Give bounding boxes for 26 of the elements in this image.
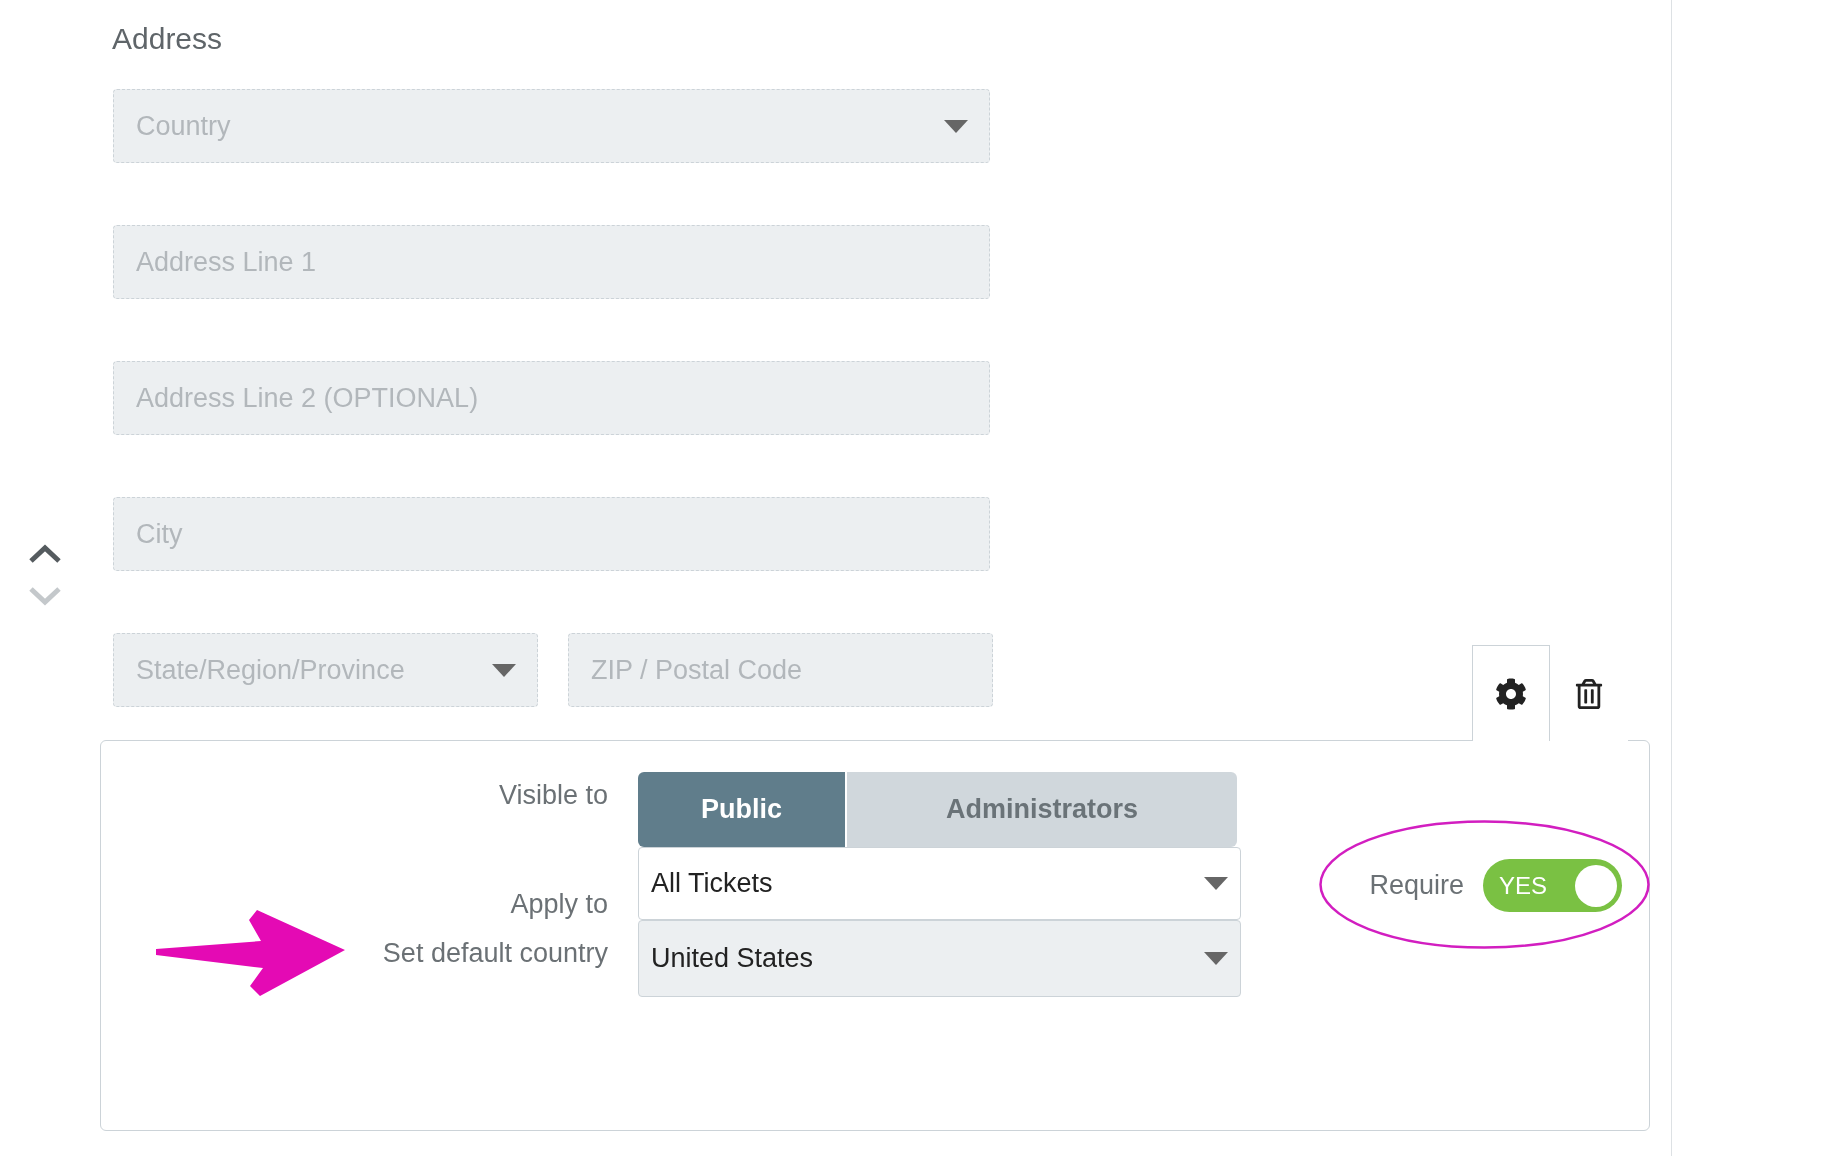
- visibility-option[interactable]: Public: [638, 772, 845, 847]
- caret-icon: [1204, 952, 1228, 965]
- chevron-up-icon: [28, 544, 62, 564]
- caret-icon: [944, 120, 968, 133]
- visibility-option[interactable]: Administrators: [847, 772, 1237, 847]
- caret-icon: [1204, 877, 1228, 890]
- field-label: Set default country: [382, 937, 608, 970]
- settings-tab[interactable]: [1472, 645, 1550, 741]
- field-label: Require: [1369, 870, 1464, 901]
- input-field[interactable]: City: [113, 497, 990, 571]
- field-label: Visible to: [498, 779, 608, 812]
- section-title: Address: [112, 22, 224, 57]
- dropdown-field[interactable]: Country: [113, 89, 990, 163]
- input-field[interactable]: Address Line 2 (OPTIONAL): [113, 361, 990, 435]
- toggle-label: YES: [1499, 871, 1548, 900]
- dropdown[interactable]: All Tickets: [638, 847, 1241, 920]
- field-label: Apply to: [510, 888, 608, 920]
- chevron-down-icon: [28, 586, 62, 606]
- toggle-switch[interactable]: YES: [1483, 859, 1622, 912]
- caret-icon: [492, 664, 516, 677]
- dropdown-field[interactable]: State/Region/Province: [113, 633, 538, 707]
- input-field[interactable]: Address Line 1: [113, 225, 990, 299]
- input-field[interactable]: ZIP / Postal Code: [568, 633, 993, 707]
- settings-icon: [1495, 677, 1527, 710]
- trash-icon: [1574, 678, 1604, 709]
- dropdown[interactable]: United States: [638, 920, 1241, 997]
